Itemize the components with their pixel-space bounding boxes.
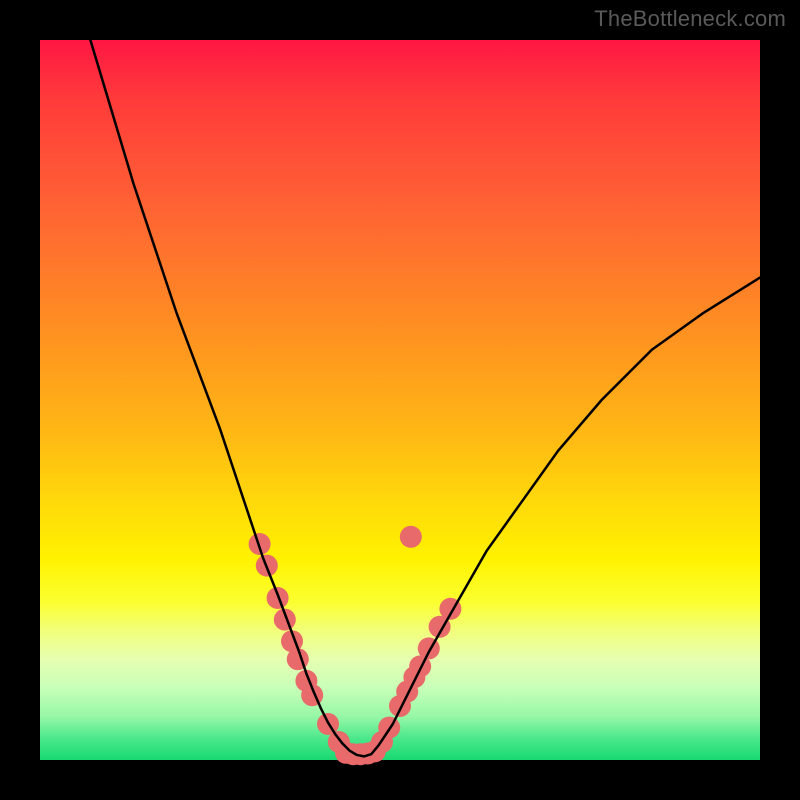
- plot-area: [40, 40, 760, 760]
- curve-layer: [40, 40, 760, 760]
- marker-group: [249, 526, 462, 765]
- chart-frame: TheBottleneck.com: [0, 0, 800, 800]
- data-marker: [267, 587, 289, 609]
- data-marker: [400, 526, 422, 548]
- watermark-text: TheBottleneck.com: [594, 6, 786, 32]
